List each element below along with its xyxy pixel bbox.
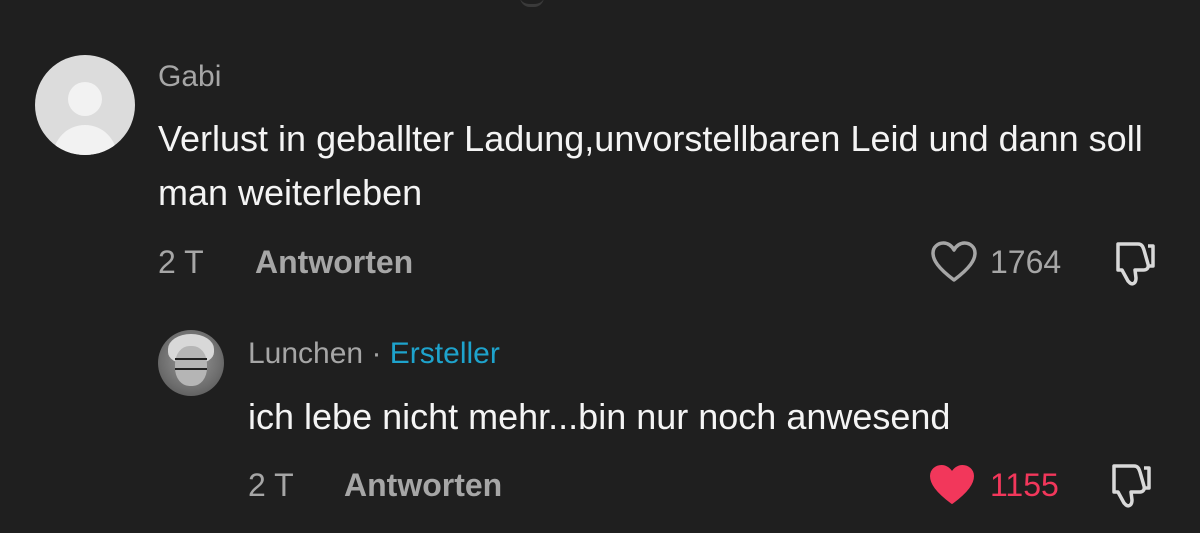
comment-text: Verlust in geballter Ladung,unvorstellba… bbox=[158, 118, 1143, 213]
thumbs-down-icon[interactable] bbox=[1104, 460, 1154, 510]
thumbs-down-icon[interactable] bbox=[1108, 238, 1158, 288]
creator-badge: Ersteller bbox=[389, 337, 500, 370]
like-count: 1764 bbox=[990, 244, 1062, 280]
comment-timestamp: 2 T bbox=[248, 467, 294, 503]
heart-filled-icon[interactable] bbox=[928, 463, 976, 507]
previous-content-fragment bbox=[520, 0, 544, 7]
heart-outline-icon[interactable] bbox=[930, 240, 978, 284]
comment-timestamp: 2 T bbox=[158, 244, 204, 280]
user-photo-avatar[interactable] bbox=[158, 330, 224, 396]
reply-button[interactable]: Antworten bbox=[344, 467, 502, 504]
separator-dot: · bbox=[371, 337, 382, 370]
reply-button[interactable]: Antworten bbox=[255, 244, 413, 281]
username-link[interactable]: Lunchen bbox=[248, 337, 363, 370]
default-avatar-icon[interactable] bbox=[35, 55, 135, 155]
comment-text: ich lebe nicht mehr...bin nur noch anwes… bbox=[248, 396, 951, 437]
comment-username[interactable]: Gabi bbox=[158, 60, 221, 94]
like-count: 1155 bbox=[990, 467, 1059, 503]
comment-username: Lunchen · Ersteller bbox=[248, 337, 500, 371]
